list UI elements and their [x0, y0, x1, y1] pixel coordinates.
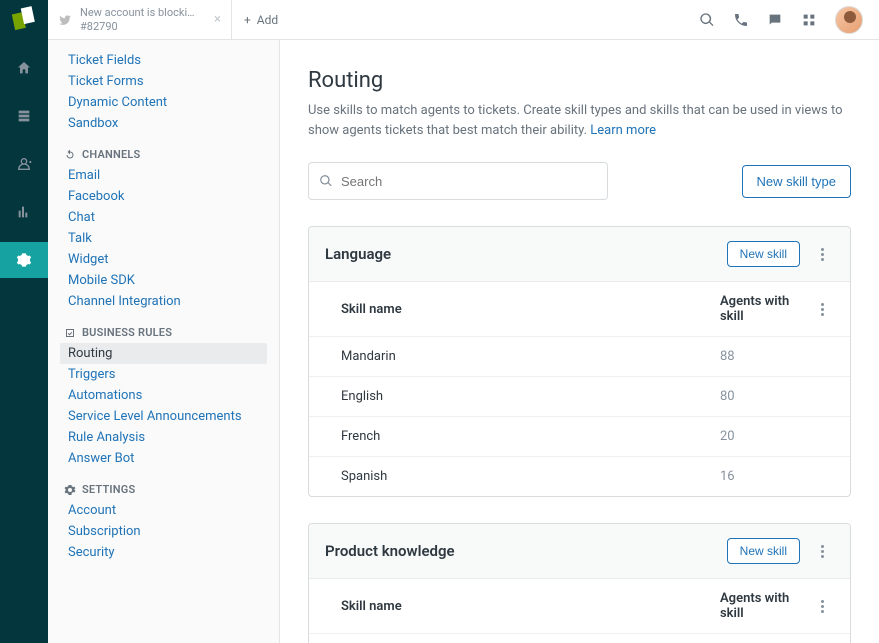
rail-customers-icon[interactable] [0, 146, 48, 182]
table-header: Skill nameAgents with skill [309, 579, 850, 633]
column-skill-name: Skill name [341, 599, 720, 614]
add-tab-button[interactable]: + Add [232, 13, 290, 27]
learn-more-link[interactable]: Learn more [590, 123, 656, 138]
table-header: Skill nameAgents with skill [309, 282, 850, 336]
page-description: Use skills to match agents to tickets. C… [308, 101, 851, 140]
tab-subtitle: #82790 [80, 20, 200, 33]
sidebar: Ticket FieldsTicket FormsDynamic Content… [48, 40, 280, 643]
search-icon[interactable] [699, 12, 715, 28]
table-row[interactable]: French20 [309, 416, 850, 456]
group-title: Product knowledge [325, 542, 455, 560]
sidebar-item[interactable]: Ticket Forms [60, 71, 267, 92]
section-label: SETTINGS [82, 483, 135, 496]
new-skill-type-button[interactable]: New skill type [742, 165, 851, 198]
skill-group: Language New skill Skill nameAgents with s… [308, 226, 851, 497]
section-channels: CHANNELS [60, 148, 267, 161]
column-skill-name: Skill name [341, 302, 720, 317]
rail-views-icon[interactable] [0, 98, 48, 134]
overflow-menu-icon[interactable] [810, 600, 834, 613]
phone-icon[interactable] [733, 12, 749, 28]
new-skill-button[interactable]: New skill [727, 538, 800, 564]
overflow-menu-icon[interactable] [810, 248, 834, 261]
table-row[interactable]: Spanish16 [309, 456, 850, 496]
overflow-menu-icon[interactable] [810, 545, 834, 558]
skill-group: Product knowledge New skill Skill nameAgen… [308, 523, 851, 643]
search-input[interactable] [341, 174, 597, 189]
table-row[interactable]: Bass guitar22 [309, 633, 850, 643]
sidebar-item[interactable]: Talk [60, 228, 267, 249]
skill-name: Spanish [341, 469, 720, 484]
sidebar-item[interactable]: Account [60, 500, 267, 521]
skill-name: English [341, 389, 720, 404]
group-header: Product knowledge New skill [309, 524, 850, 579]
overflow-menu-icon[interactable] [810, 303, 834, 316]
sidebar-item[interactable]: Dynamic Content [60, 92, 267, 113]
column-agents-count: Agents with skill [720, 591, 810, 621]
search-box[interactable] [308, 162, 608, 200]
skill-name: Mandarin [341, 349, 720, 364]
skill-count: 88 [720, 349, 810, 364]
left-rail [0, 0, 48, 643]
rail-reporting-icon[interactable] [0, 194, 48, 230]
skill-count: 16 [720, 469, 810, 484]
ticket-tab[interactable]: New account is blocking... #82790 × [48, 0, 232, 40]
sidebar-item[interactable]: Service Level Announcements [60, 406, 267, 427]
top-bar: New account is blocking... #82790 × + Ad… [48, 0, 879, 40]
sidebar-item[interactable]: Widget [60, 249, 267, 270]
section-label: BUSINESS RULES [82, 326, 172, 339]
twitter-icon [58, 13, 72, 27]
plus-icon: + [244, 13, 251, 27]
rail-admin-icon[interactable] [0, 242, 48, 278]
sidebar-item[interactable]: Email [60, 165, 267, 186]
sidebar-item[interactable]: Automations [60, 385, 267, 406]
skill-name: French [341, 429, 720, 444]
add-label: Add [257, 13, 278, 27]
sidebar-item[interactable]: Security [60, 542, 267, 563]
sidebar-item[interactable]: Answer Bot [60, 448, 267, 469]
logo [11, 6, 37, 32]
sidebar-item[interactable]: Chat [60, 207, 267, 228]
sidebar-item[interactable]: Channel Integration [60, 291, 267, 312]
sidebar-item[interactable]: Routing [60, 343, 267, 364]
column-agents-count: Agents with skill [720, 294, 810, 324]
section-label: CHANNELS [82, 148, 140, 161]
table-row[interactable]: Mandarin88 [309, 336, 850, 376]
main-content: Routing Use skills to match agents to ti… [280, 40, 879, 643]
gear-icon [64, 484, 76, 496]
section-business-rules: BUSINESS RULES [60, 326, 267, 339]
skill-count: 20 [720, 429, 810, 444]
table-row[interactable]: English80 [309, 376, 850, 416]
description-text: Use skills to match agents to tickets. C… [308, 103, 843, 138]
group-header: Language New skill [309, 227, 850, 282]
sidebar-item[interactable]: Subscription [60, 521, 267, 542]
chat-icon[interactable] [767, 12, 783, 28]
sidebar-item[interactable]: Triggers [60, 364, 267, 385]
avatar[interactable] [835, 6, 863, 34]
group-title: Language [325, 245, 391, 263]
apps-icon[interactable] [801, 12, 817, 28]
page-title: Routing [308, 68, 851, 93]
close-icon[interactable]: × [214, 12, 221, 27]
sidebar-item[interactable]: Sandbox [60, 113, 267, 134]
sidebar-item[interactable]: Ticket Fields [60, 50, 267, 71]
check-square-icon [64, 327, 76, 339]
search-icon [319, 174, 333, 188]
rail-home-icon[interactable] [0, 50, 48, 86]
refresh-icon [64, 149, 76, 161]
sidebar-item[interactable]: Facebook [60, 186, 267, 207]
new-skill-button[interactable]: New skill [727, 241, 800, 267]
skill-count: 80 [720, 389, 810, 404]
tab-title: New account is blocking... [80, 6, 200, 19]
section-settings: SETTINGS [60, 483, 267, 496]
sidebar-item[interactable]: Mobile SDK [60, 270, 267, 291]
sidebar-item[interactable]: Rule Analysis [60, 427, 267, 448]
